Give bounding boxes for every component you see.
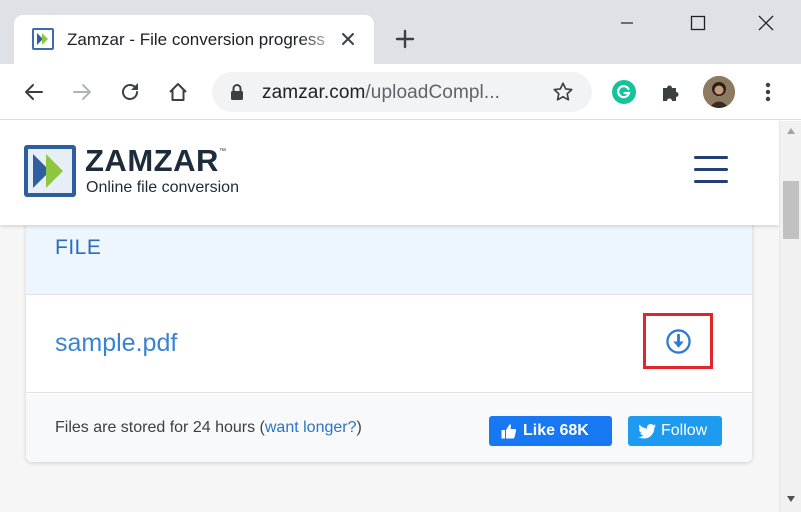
- site-header: ZAMZAR ™ Online file conversion: [0, 121, 779, 225]
- download-icon[interactable]: [666, 329, 691, 354]
- retention-prefix: Files are stored for 24 hours (: [55, 419, 265, 436]
- puzzle-icon[interactable]: [659, 80, 683, 104]
- file-name-link[interactable]: sample.pdf: [55, 329, 177, 358]
- url-path: /uploadCompl...: [365, 82, 500, 103]
- browser-tab[interactable]: Zamzar - File conversion progress: [14, 15, 374, 64]
- file-card-footer: Files are stored for 24 hours (want long…: [26, 394, 752, 462]
- page-scrollbar[interactable]: [779, 121, 801, 512]
- like-label: Like 68K: [523, 422, 589, 439]
- twitter-follow-button[interactable]: Follow: [628, 416, 722, 446]
- window-maximize-button[interactable]: [683, 8, 713, 38]
- window-minimize-button[interactable]: [612, 8, 642, 38]
- address-bar[interactable]: zamzar.com/uploadCompl...: [212, 72, 592, 112]
- home-button[interactable]: [164, 78, 192, 106]
- minimize-icon: [621, 22, 633, 24]
- hamburger-line: [694, 180, 728, 183]
- url-text: zamzar.com/uploadCompl...: [262, 82, 500, 104]
- new-tab-plus-icon[interactable]: [394, 28, 416, 50]
- window-close-icon: [758, 15, 774, 31]
- arrow-left-icon: [25, 84, 43, 100]
- grammarly-icon[interactable]: [612, 80, 636, 104]
- maximize-icon: [690, 15, 706, 31]
- window-close-button[interactable]: [751, 8, 781, 38]
- retention-suffix: ): [356, 419, 362, 436]
- scroll-thumb[interactable]: [783, 181, 799, 239]
- logo-trademark: ™: [219, 148, 226, 155]
- profile-photo-icon: [703, 76, 735, 108]
- url-host: zamzar.com: [262, 82, 366, 103]
- retention-notice: Files are stored for 24 hours (want long…: [55, 419, 362, 437]
- hamburger-line: [694, 156, 728, 159]
- back-button[interactable]: [20, 78, 48, 106]
- lock-icon: [231, 84, 243, 100]
- avatar[interactable]: [703, 76, 735, 108]
- hamburger-line: [694, 168, 728, 171]
- hamburger-icon[interactable]: [694, 156, 728, 184]
- file-card: FILE sample.pdf Files are stored for 24 …: [26, 209, 752, 462]
- page-viewport: ZAMZAR ™ Online file conversion FILE sam…: [0, 121, 779, 512]
- logo-name: ZAMZAR: [85, 143, 219, 178]
- kebab-menu-icon[interactable]: [758, 80, 778, 104]
- close-icon[interactable]: [339, 30, 357, 48]
- reload-icon: [122, 83, 138, 100]
- follow-label: Follow: [661, 422, 708, 439]
- download-highlight-box: [643, 313, 713, 369]
- scroll-down-arrow-icon[interactable]: [786, 495, 796, 503]
- thumbs-up-icon: [501, 424, 517, 439]
- reload-button[interactable]: [116, 78, 144, 106]
- browser-toolbar: zamzar.com/uploadCompl...: [0, 64, 801, 120]
- arrow-right-icon: [73, 84, 91, 100]
- facebook-like-button[interactable]: Like 68K: [489, 416, 612, 446]
- tab-title: Zamzar - File conversion progress: [67, 30, 325, 49]
- zamzar-favicon-icon: [32, 28, 54, 50]
- want-longer-link[interactable]: want longer?: [265, 419, 357, 436]
- column-header-file: FILE: [55, 236, 102, 259]
- home-icon: [169, 83, 187, 101]
- grammarly-g-icon: [617, 85, 631, 99]
- twitter-bird-icon: [638, 423, 656, 439]
- browser-titlebar: Zamzar - File conversion progress: [0, 0, 801, 64]
- scroll-up-arrow-icon[interactable]: [786, 127, 796, 135]
- table-row: sample.pdf: [26, 295, 752, 393]
- logo-tagline: Online file conversion: [86, 179, 239, 196]
- forward-button[interactable]: [68, 78, 96, 106]
- zamzar-logo-icon[interactable]: [24, 145, 76, 197]
- star-icon[interactable]: [552, 81, 574, 103]
